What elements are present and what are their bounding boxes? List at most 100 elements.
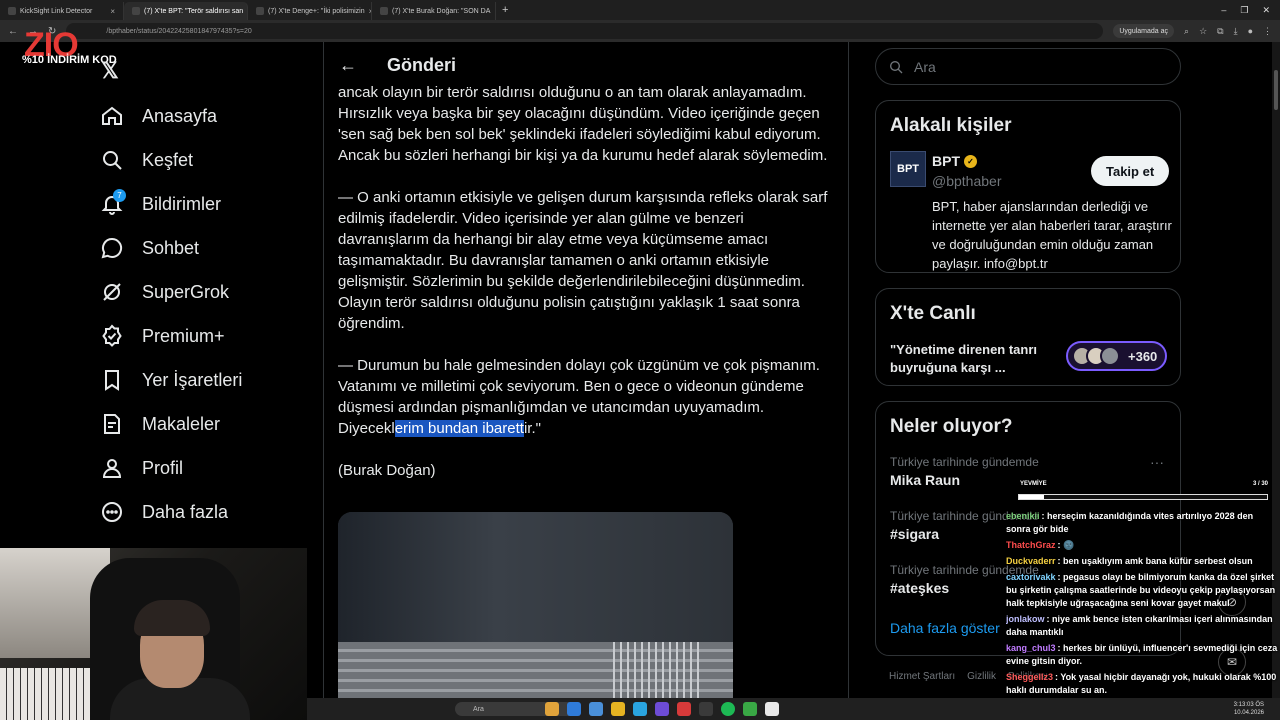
sidebar-item-chat[interactable]: Sohbet xyxy=(100,226,242,270)
browser-tab[interactable]: (7) X'te Burak Doğan: "SON DA× xyxy=(372,2,496,20)
chat-username: ThatchGraz xyxy=(1006,540,1056,550)
app-icon[interactable] xyxy=(633,702,647,716)
extensions-icon[interactable]: ⧉ xyxy=(1217,26,1223,37)
browser-tab[interactable]: (7) X'te BPT: "Terör saldırısı san× xyxy=(124,2,248,20)
taskbar-clock[interactable]: 3:13:03 ÖS 10.04.2026 xyxy=(1234,701,1264,717)
address-bar: ← → ↻ /bpthaber/status/20422425801847974… xyxy=(0,20,1280,42)
account-bio: BPT, haber ajanslarından derlediği ve in… xyxy=(932,199,1172,271)
post-text-segment: ir." xyxy=(523,420,541,437)
account-handle[interactable]: @bpthaber xyxy=(932,173,1001,189)
sidebar-item-explore[interactable]: Keşfet xyxy=(100,138,242,182)
follow-button[interactable]: Takip et xyxy=(1091,156,1170,186)
video-frame-railing xyxy=(613,642,703,702)
trend-name[interactable]: #sigara xyxy=(890,526,939,542)
sidebar-item-label: Yer İşaretleri xyxy=(142,369,243,390)
webcam-person-hair xyxy=(134,600,210,636)
app-icon[interactable] xyxy=(589,702,603,716)
poll-header: YEVMİYE 3 / 30 xyxy=(1006,478,1280,491)
post-video[interactable] xyxy=(338,512,733,702)
download-icon[interactable]: ⤓ xyxy=(1234,26,1238,37)
card-title: Alakalı kişiler xyxy=(890,115,1012,136)
app-icon[interactable] xyxy=(743,702,757,716)
stream-chat-overlay: YEVMİYE 3 / 30 ebenikii: herseçim kazanı… xyxy=(1006,478,1280,720)
taskbar-apps xyxy=(545,702,779,716)
notification-badge: 7 xyxy=(113,189,126,202)
tab-label: KickSight Link Detector xyxy=(20,7,93,15)
open-in-app-button[interactable]: Uygulamada aç xyxy=(1113,24,1175,38)
scrollbar-thumb[interactable] xyxy=(1274,70,1278,110)
live-card[interactable]: X'te Canlı "Yönetime direnen tanrı buyru… xyxy=(875,288,1181,386)
url-input[interactable]: /bpthaber/status/2042242580184797435?s=2… xyxy=(66,23,1104,39)
footer-link[interactable]: Hizmet Şartları xyxy=(889,671,955,682)
chat-message-text: : niye amk bence isten cıkarılması içeri… xyxy=(1006,614,1273,637)
sidebar-item-home[interactable]: Anasayfa xyxy=(100,94,242,138)
maximize-icon[interactable]: ❐ xyxy=(1240,5,1248,16)
chat-message: Sheggellz3: Yok yasal hiçbir dayanağı yo… xyxy=(1006,671,1280,697)
x-logo-icon[interactable]: 𝕏 xyxy=(101,58,119,84)
tab-close-icon[interactable]: × xyxy=(110,7,115,16)
chat-message-text: : ben uşaklıyım amk bana küfür serbest o… xyxy=(1057,556,1253,566)
live-listeners-pill[interactable]: +360 xyxy=(1066,341,1167,371)
clock-time: 3:13:03 ÖS xyxy=(1233,702,1264,708)
webcam-feed xyxy=(0,548,307,720)
browser-tab[interactable]: (7) X'te Denge+: "İki polisimizin× xyxy=(248,2,372,20)
spotify-icon[interactable] xyxy=(721,702,735,716)
tab-favicon-icon xyxy=(256,7,264,15)
tab-label: (7) X'te BPT: "Terör saldırısı san xyxy=(144,7,244,15)
listener-count: +360 xyxy=(1128,348,1158,364)
tab-label: (7) X'te Denge+: "İki polisimizin xyxy=(268,7,365,15)
sidebar-item-articles[interactable]: Makaleler xyxy=(100,402,242,446)
live-space-title: "Yönetime direnen tanrı buyruğuna karşı … xyxy=(890,342,1038,375)
show-more-link[interactable]: Daha fazla göster xyxy=(890,620,1000,636)
grok-icon xyxy=(103,283,121,301)
app-icon[interactable] xyxy=(765,702,779,716)
app-icon[interactable] xyxy=(567,702,581,716)
search-input[interactable]: Ara xyxy=(875,48,1181,85)
folder-icon[interactable] xyxy=(611,702,625,716)
profile-avatar-icon[interactable]: ● xyxy=(1248,26,1253,36)
zoom-icon[interactable]: ⌕ xyxy=(1184,26,1189,37)
back-nav-icon[interactable]: ← xyxy=(8,26,18,37)
trend-more-icon[interactable]: ··· xyxy=(1150,454,1164,470)
sidebar-item-more[interactable]: Daha fazla xyxy=(100,490,242,534)
sidebar-item-label: Bildirimler xyxy=(142,193,222,214)
trend-name[interactable]: Mika Raun xyxy=(890,472,960,488)
os-taskbar: Ara 3:13:03 ÖS 10.04.2026 xyxy=(307,698,1280,720)
profile-icon xyxy=(102,459,122,478)
sidebar-item-profile[interactable]: Profil xyxy=(100,446,242,490)
back-arrow-icon[interactable]: ← xyxy=(339,55,357,76)
star-icon[interactable]: ☆ xyxy=(1199,26,1207,37)
chat-message: Duckvaderr: ben uşaklıyım amk bana küfür… xyxy=(1006,555,1280,568)
sidebar-item-bookmarks[interactable]: Yer İşaretleri xyxy=(100,358,242,402)
chat-message: ThatchGraz: 🌚 xyxy=(1006,539,1280,552)
new-tab-icon[interactable]: + xyxy=(496,4,514,16)
verified-badge-icon: ✓ xyxy=(964,154,977,168)
account-name[interactable]: BPT ✓ xyxy=(932,153,977,169)
app-icon[interactable] xyxy=(655,702,669,716)
avatar[interactable]: BPT xyxy=(890,151,926,187)
app-icon[interactable] xyxy=(699,702,713,716)
sidebar-item-notifications[interactable]: 7 Bildirimler xyxy=(100,182,242,226)
footer-link[interactable]: Gizlilik xyxy=(967,671,996,682)
chat-icon xyxy=(101,237,123,259)
browser-tab[interactable]: KickSight Link Detector × xyxy=(0,2,124,20)
account-name-text: BPT xyxy=(932,153,960,169)
app-icon[interactable] xyxy=(677,702,691,716)
post-paragraph: ancak olayın bir terör saldırısı olduğun… xyxy=(338,84,828,164)
close-window-icon[interactable]: ✕ xyxy=(1262,5,1270,16)
chat-messages: ebenikii: herseçim kazanıldığında vites … xyxy=(1006,510,1280,697)
sidebar-item-premium[interactable]: Premium+ xyxy=(100,314,242,358)
related-people-card: Alakalı kişiler BPT BPT ✓ @bpthaber Takip… xyxy=(875,100,1181,273)
trend-name[interactable]: #ateşkes xyxy=(890,580,949,596)
selected-text: erim bundan ibarett xyxy=(394,420,524,437)
clock-date: 10.04.2026 xyxy=(1233,710,1264,716)
sidebar-item-label: Premium+ xyxy=(142,325,225,346)
poll-count: 3 / 30 xyxy=(1252,481,1268,487)
sidebar-item-label: Daha fazla xyxy=(142,501,229,522)
sidebar-item-supergrok[interactable]: SuperGrok xyxy=(100,270,242,314)
browser-menu-icon[interactable]: ⋮ xyxy=(1263,26,1272,37)
search-icon xyxy=(103,151,122,170)
app-icon[interactable] xyxy=(545,702,559,716)
minimize-icon[interactable]: – xyxy=(1221,5,1226,16)
poll-label: YEVMİYE xyxy=(1020,481,1047,487)
